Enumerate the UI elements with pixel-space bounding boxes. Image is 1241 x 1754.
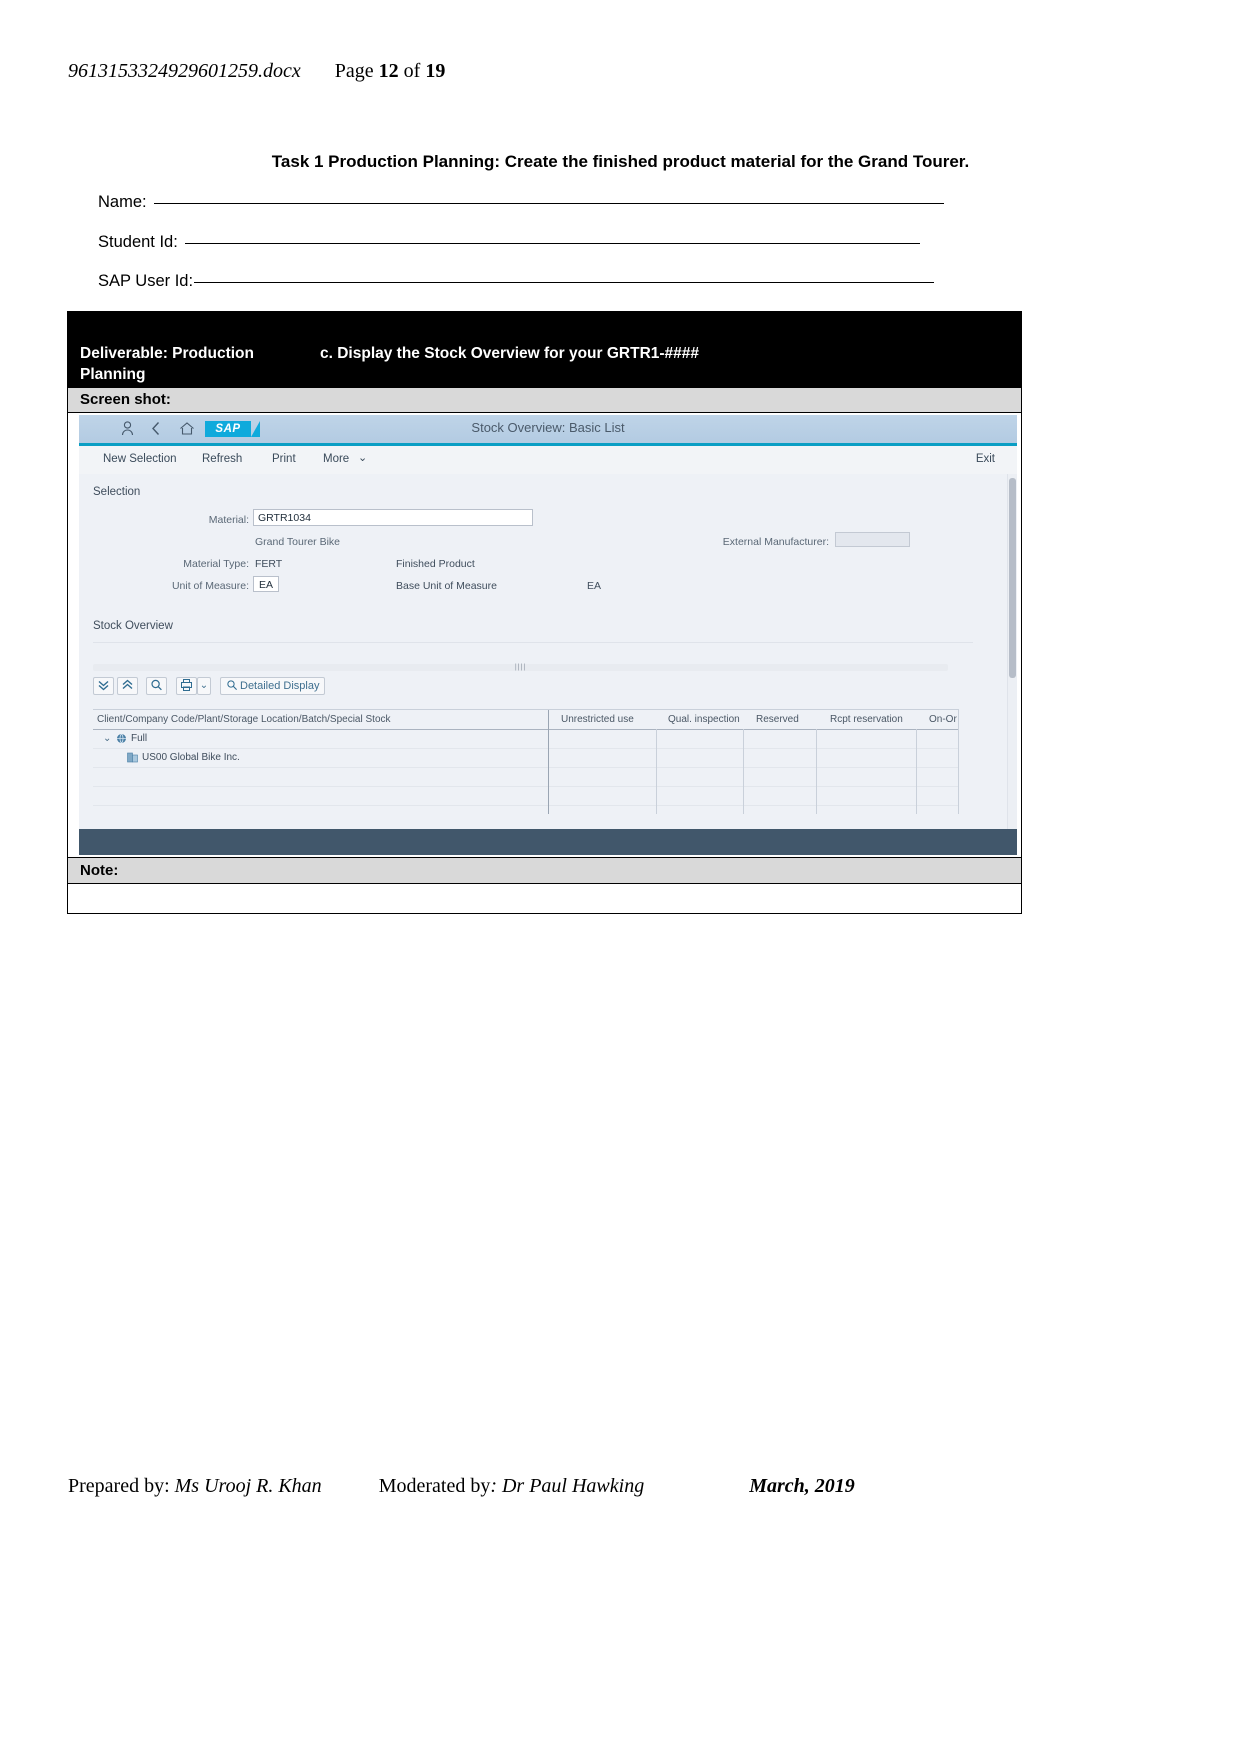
stock-table: Client/Company Code/Plant/Storage Locati… — [93, 709, 959, 815]
exit-button[interactable]: Exit — [976, 453, 995, 465]
column-divider — [743, 729, 744, 814]
student-id-field-row: Student Id: — [98, 233, 920, 252]
table-toolbar: ⌄ Detailed Display — [93, 677, 973, 697]
column-header-hierarchy[interactable]: Client/Company Code/Plant/Storage Locati… — [97, 714, 391, 725]
column-header-on-order[interactable]: On-Or — [929, 714, 957, 725]
search-icon[interactable] — [146, 677, 167, 695]
table-row[interactable]: US00 Global Bike Inc. — [93, 748, 959, 768]
stock-overview-divider — [93, 642, 973, 643]
table-row[interactable] — [93, 786, 959, 806]
material-type-label: Material Type: — [183, 558, 249, 570]
screenshot-label-bar: Screen shot: — [68, 388, 1021, 413]
page-number: 12 — [378, 60, 399, 82]
scrollbar-thumb[interactable] — [1009, 478, 1016, 678]
material-label: Material: — [208, 514, 249, 526]
more-button[interactable]: More — [323, 453, 349, 465]
selection-section-title: Selection — [93, 486, 141, 498]
detailed-display-button[interactable]: Detailed Display — [220, 677, 326, 695]
table-row[interactable] — [93, 767, 959, 787]
document-page: 9613153324929601259.docx Page 12 of 19 Ta… — [0, 0, 1241, 1754]
new-selection-button[interactable]: New Selection — [103, 453, 177, 465]
material-type-value: FERT — [255, 558, 283, 570]
page-footer: Prepared by: Ms Urooj R. Khan Moderated … — [68, 1475, 1168, 1498]
sap-user-id-field-row: SAP User Id: — [98, 272, 935, 291]
sap-footer-bar — [79, 829, 1017, 855]
collapse-all-button[interactable] — [117, 677, 138, 695]
sap-user-id-label: SAP User Id: — [98, 272, 194, 290]
splitter-grip-icon: |||| — [514, 664, 527, 671]
deliverable-instruction: c. Display the Stock Overview for your G… — [320, 345, 700, 362]
page-indicator: Page 12 of 19 — [335, 60, 446, 82]
note-bar: Note: — [68, 857, 1021, 884]
chevron-down-icon[interactable]: ⌄ — [358, 451, 367, 464]
running-head: 9613153324929601259.docx Page 12 of 19 — [68, 60, 1168, 83]
company-icon — [127, 752, 138, 766]
moderated-by-label: Moderated by — [378, 1475, 491, 1497]
globe-icon — [116, 733, 127, 747]
stock-overview-section-title: Stock Overview — [93, 620, 173, 632]
note-label: Note: — [80, 862, 119, 879]
table-header-row: Client/Company Code/Plant/Storage Locati… — [93, 710, 959, 730]
column-header-reserved[interactable]: Reserved — [756, 714, 799, 725]
page-total: 19 — [425, 60, 446, 82]
print-icon[interactable] — [176, 677, 197, 695]
task-title: Task 1 Production Planning: Create the f… — [271, 152, 970, 171]
print-button[interactable]: Print — [272, 453, 296, 465]
screenshot-label: Screen shot: — [80, 391, 171, 408]
column-divider — [816, 729, 817, 814]
sap-shell-bar: SAP Stock Overview: Basic List — [79, 415, 1017, 446]
page-prefix: Page — [334, 60, 374, 82]
column-divider — [548, 710, 549, 814]
name-label: Name: — [98, 193, 147, 211]
prepared-by-name: Ms Urooj R. Khan — [174, 1475, 322, 1497]
base-unit-of-measure-value: EA — [587, 580, 602, 592]
external-manufacturer-label: External Manufacturer: — [722, 536, 829, 548]
material-type-description: Finished Product — [396, 558, 475, 570]
prepared-by-label: Prepared by: — [68, 1475, 170, 1497]
sap-action-toolbar: New Selection Refresh Print More ⌄ Exit — [79, 446, 1017, 475]
sap-content-area: Selection Material: GRTR1034 Grand Toure… — [79, 474, 1017, 855]
external-manufacturer-input[interactable] — [835, 532, 910, 547]
material-description: Grand Tourer Bike — [255, 536, 341, 548]
moderated-by-name: : Dr Paul Hawking — [490, 1475, 645, 1497]
horizontal-splitter[interactable]: |||| — [93, 664, 948, 671]
student-id-blank-line[interactable] — [184, 243, 920, 244]
column-divider — [656, 729, 657, 814]
column-header-unrestricted-use[interactable]: Unrestricted use — [561, 714, 634, 725]
sap-screenshot: SAP Stock Overview: Basic List New Selec… — [79, 415, 1017, 855]
base-unit-of-measure-label: Base Unit of Measure — [396, 580, 497, 592]
column-header-qual-inspection[interactable]: Qual. inspection — [668, 714, 740, 725]
footer-date: March, 2019 — [749, 1475, 855, 1497]
row-label: Full — [131, 733, 148, 744]
column-header-rcpt-reservation[interactable]: Rcpt reservation — [830, 714, 903, 725]
detailed-display-label: Detailed Display — [240, 680, 320, 692]
page-of: of — [403, 60, 421, 82]
row-label: US00 Global Bike Inc. — [142, 752, 240, 763]
chevron-down-icon[interactable]: ⌄ — [103, 733, 111, 744]
refresh-button[interactable]: Refresh — [202, 453, 242, 465]
table-row[interactable]: ⌄ Full — [93, 729, 959, 749]
print-options-chevron-icon[interactable]: ⌄ — [197, 677, 211, 695]
table-right-edge — [958, 710, 959, 814]
column-divider — [916, 729, 917, 814]
document-filename: 9613153324929601259.docx — [68, 60, 301, 82]
sap-page-title: Stock Overview: Basic List — [471, 420, 625, 435]
vertical-scrollbar[interactable] — [1007, 474, 1017, 829]
name-blank-line[interactable] — [153, 203, 944, 204]
student-id-label: Student Id: — [98, 233, 178, 251]
deliverable-label: Deliverable: Production Planning — [80, 345, 254, 383]
sap-user-id-blank-line[interactable] — [194, 282, 935, 283]
unit-of-measure-label: Unit of Measure: — [171, 580, 249, 592]
deliverable-box: Deliverable: Production Planning c. Disp… — [67, 311, 1022, 914]
deliverable-header-bar: Deliverable: Production Planning c. Disp… — [68, 312, 1021, 388]
expand-all-button[interactable] — [93, 677, 114, 695]
name-field-row: Name: — [98, 193, 944, 212]
unit-of-measure-input[interactable]: EA — [253, 576, 279, 592]
material-input[interactable]: GRTR1034 — [253, 509, 533, 526]
